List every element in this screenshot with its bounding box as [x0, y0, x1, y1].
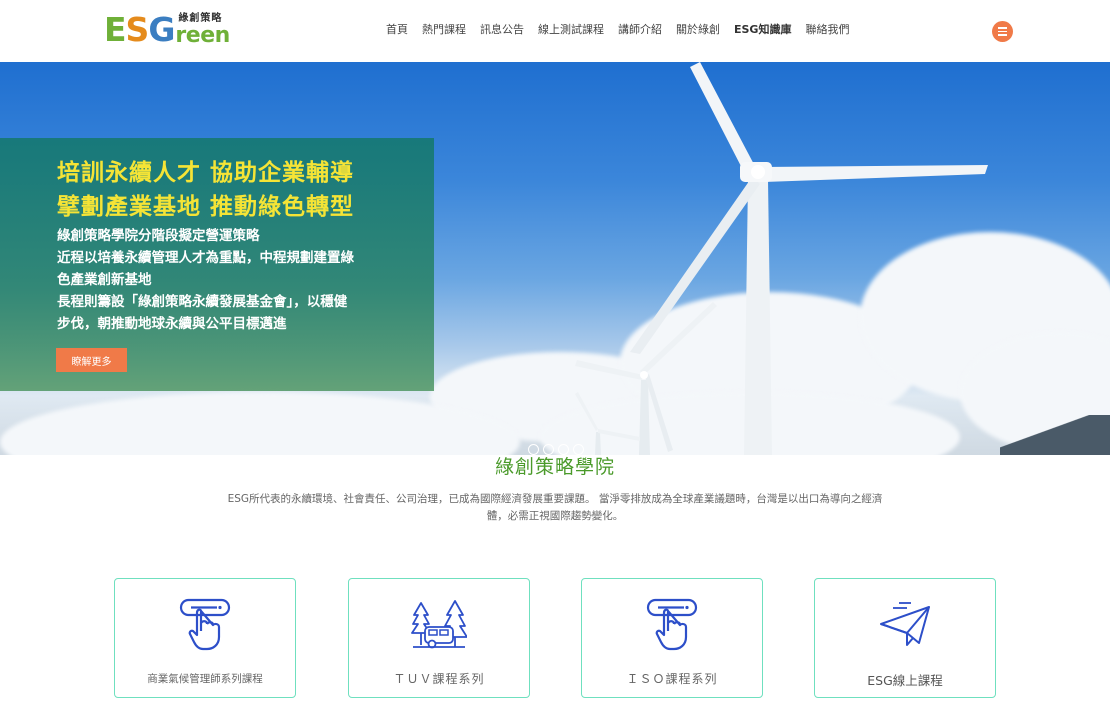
logo-letter-g: G — [148, 10, 175, 49]
hero-title-line-2: 擘劃產業基地 推動綠色轉型 — [57, 194, 355, 220]
touch-icon — [646, 598, 698, 651]
logo-reen: reen — [175, 23, 230, 48]
course-card-iso[interactable]: ＩＳＯ課程系列 — [581, 578, 763, 698]
nav-item-esg-knowledge[interactable]: ESG知識庫 — [734, 22, 791, 38]
hamburger-bar — [998, 27, 1007, 29]
logo-letter-e: E — [104, 10, 127, 49]
touch-icon — [179, 598, 231, 651]
hamburger-bar — [998, 30, 1007, 33]
paper-plane-icon — [880, 602, 930, 646]
course-card-climate-manager[interactable]: 商業氣候管理師系列課程 — [114, 578, 296, 698]
main-nav: 首頁 熱門課程 訊息公告 線上測試課程 講師介紹 關於綠創 ESG知識庫 聯絡我… — [386, 22, 863, 38]
course-card-label: 商業氣候管理師系列課程 — [147, 673, 263, 685]
section-description: ESG所代表的永續環境、社會責任、公司治理，已成為國際經濟發展重要課題。 當淨零… — [215, 491, 895, 525]
site-logo[interactable]: ESG 綠創策略 reen — [104, 13, 230, 49]
nav-item-instructors[interactable]: 講師介紹 — [618, 22, 662, 38]
hero-text-line: 色產業創新基地 — [57, 272, 152, 288]
course-card-tuv[interactable]: ＴＵＶ課程系列 — [348, 578, 530, 698]
site-header: ESG 綠創策略 reen 首頁 熱門課程 訊息公告 線上測試課程 講師介紹 關… — [0, 0, 1110, 62]
nav-item-announcements[interactable]: 訊息公告 — [480, 22, 524, 38]
nav-item-popular-courses[interactable]: 熱門課程 — [422, 22, 466, 38]
hero-text-line: 綠創策略學院分階段擬定營運策略 — [57, 228, 260, 244]
course-card-label: ＴＵＶ課程系列 — [393, 672, 485, 686]
logo-letter-s: S — [125, 10, 150, 49]
nav-item-contact[interactable]: 聯絡我們 — [805, 22, 849, 38]
hamburger-icon[interactable] — [992, 21, 1013, 42]
nav-item-home[interactable]: 首頁 — [386, 22, 408, 38]
nav-item-online-test-courses[interactable]: 線上測試課程 — [538, 22, 604, 38]
logo-text: 綠創策略 reen — [175, 13, 230, 48]
hero-text-line: 步伐，朝推動地球永續與公平目標邁進 — [57, 316, 287, 332]
learn-more-button[interactable]: 瞭解更多 — [56, 348, 127, 372]
section-description-line-2: 體，必需正視國際趨勢變化。 — [486, 510, 624, 522]
camper-trees-icon — [411, 600, 467, 649]
course-card-label: ESG線上課程 — [867, 673, 943, 688]
hamburger-bar — [998, 34, 1007, 36]
course-card-esg-online[interactable]: ESG線上課程 — [814, 578, 996, 698]
hero-title-line-1: 培訓永續人才 協助企業輔導 — [57, 160, 355, 186]
hero-banner: 培訓永續人才 協助企業輔導 擘劃產業基地 推動綠色轉型 綠創策略學院分階段擬定營… — [0, 62, 1110, 455]
course-card-label: ＩＳＯ課程系列 — [626, 672, 718, 686]
section-description-line-1: ESG所代表的永續環境、社會責任、公司治理，已成為國際經濟發展重要課題。 當淨零… — [227, 493, 883, 505]
section-title: 綠創策略學院 — [494, 456, 615, 478]
nav-item-about[interactable]: 關於綠創 — [676, 22, 720, 38]
logo-mark: ESG — [104, 10, 175, 49]
hero-text-line: 近程以培養永續管理人才為重點，中程規劃建置綠 — [57, 250, 354, 266]
hero-text-line: 長程則籌設「綠創策略永續發展基金會」，以穩健 — [57, 294, 348, 310]
